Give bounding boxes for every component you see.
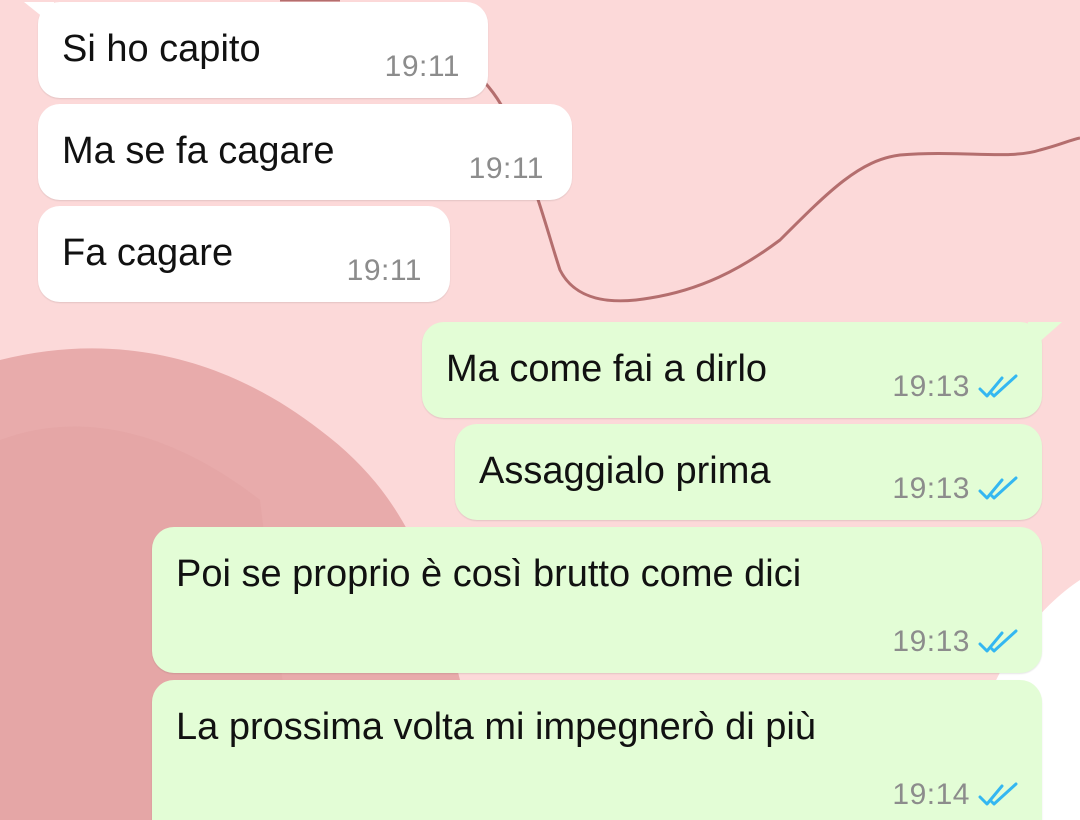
message-text: Poi se proprio è così brutto come dici: [176, 553, 802, 595]
message-text: La prossima volta mi impegnerò di più: [176, 706, 816, 748]
message-text: Fa cagare: [62, 232, 234, 274]
message-meta: 19:13: [892, 472, 1020, 506]
message-text: Assaggialo prima: [479, 450, 771, 492]
message-text: Ma se fa cagare: [62, 130, 335, 172]
bubble-tail: [24, 2, 54, 26]
message-bubble-incoming[interactable]: Si ho capito 19:11: [24, 2, 488, 98]
message-time: 19:11: [346, 254, 422, 287]
double-check-read-icon: [978, 374, 1018, 398]
message-bubble-outgoing[interactable]: Ma come fai a dirlo 19:13: [422, 322, 1062, 418]
message-time: 19:14: [892, 778, 970, 811]
message-meta: 19:13: [892, 370, 1020, 404]
message-meta: 19:14: [892, 778, 1020, 812]
message-bubble-incoming[interactable]: Fa cagare 19:11: [38, 206, 450, 302]
message-meta: 19:11: [347, 254, 422, 288]
double-check-read-icon: [978, 629, 1018, 653]
message-meta: 19:11: [469, 152, 544, 186]
message-time: 19:13: [892, 625, 970, 658]
message-time: 19:13: [892, 370, 970, 403]
message-time: 19:13: [892, 472, 970, 505]
message-text: Si ho capito: [62, 28, 261, 70]
bubble-tail: [1028, 322, 1062, 352]
message-meta: 19:13: [892, 625, 1020, 659]
double-check-read-icon: [978, 476, 1018, 500]
message-bubble-incoming[interactable]: Ma se fa cagare 19:11: [38, 104, 572, 200]
message-bubble-outgoing[interactable]: Poi se proprio è così brutto come dici 1…: [152, 527, 1042, 673]
message-time: 19:11: [468, 152, 544, 185]
message-meta: 19:11: [385, 50, 460, 84]
message-time: 19:11: [384, 50, 460, 83]
message-text: Ma come fai a dirlo: [446, 348, 768, 390]
message-bubble-outgoing[interactable]: Assaggialo prima 19:13: [455, 424, 1042, 520]
message-bubble-outgoing[interactable]: La prossima volta mi impegnerò di più 19…: [152, 680, 1042, 820]
double-check-read-icon: [978, 782, 1018, 806]
